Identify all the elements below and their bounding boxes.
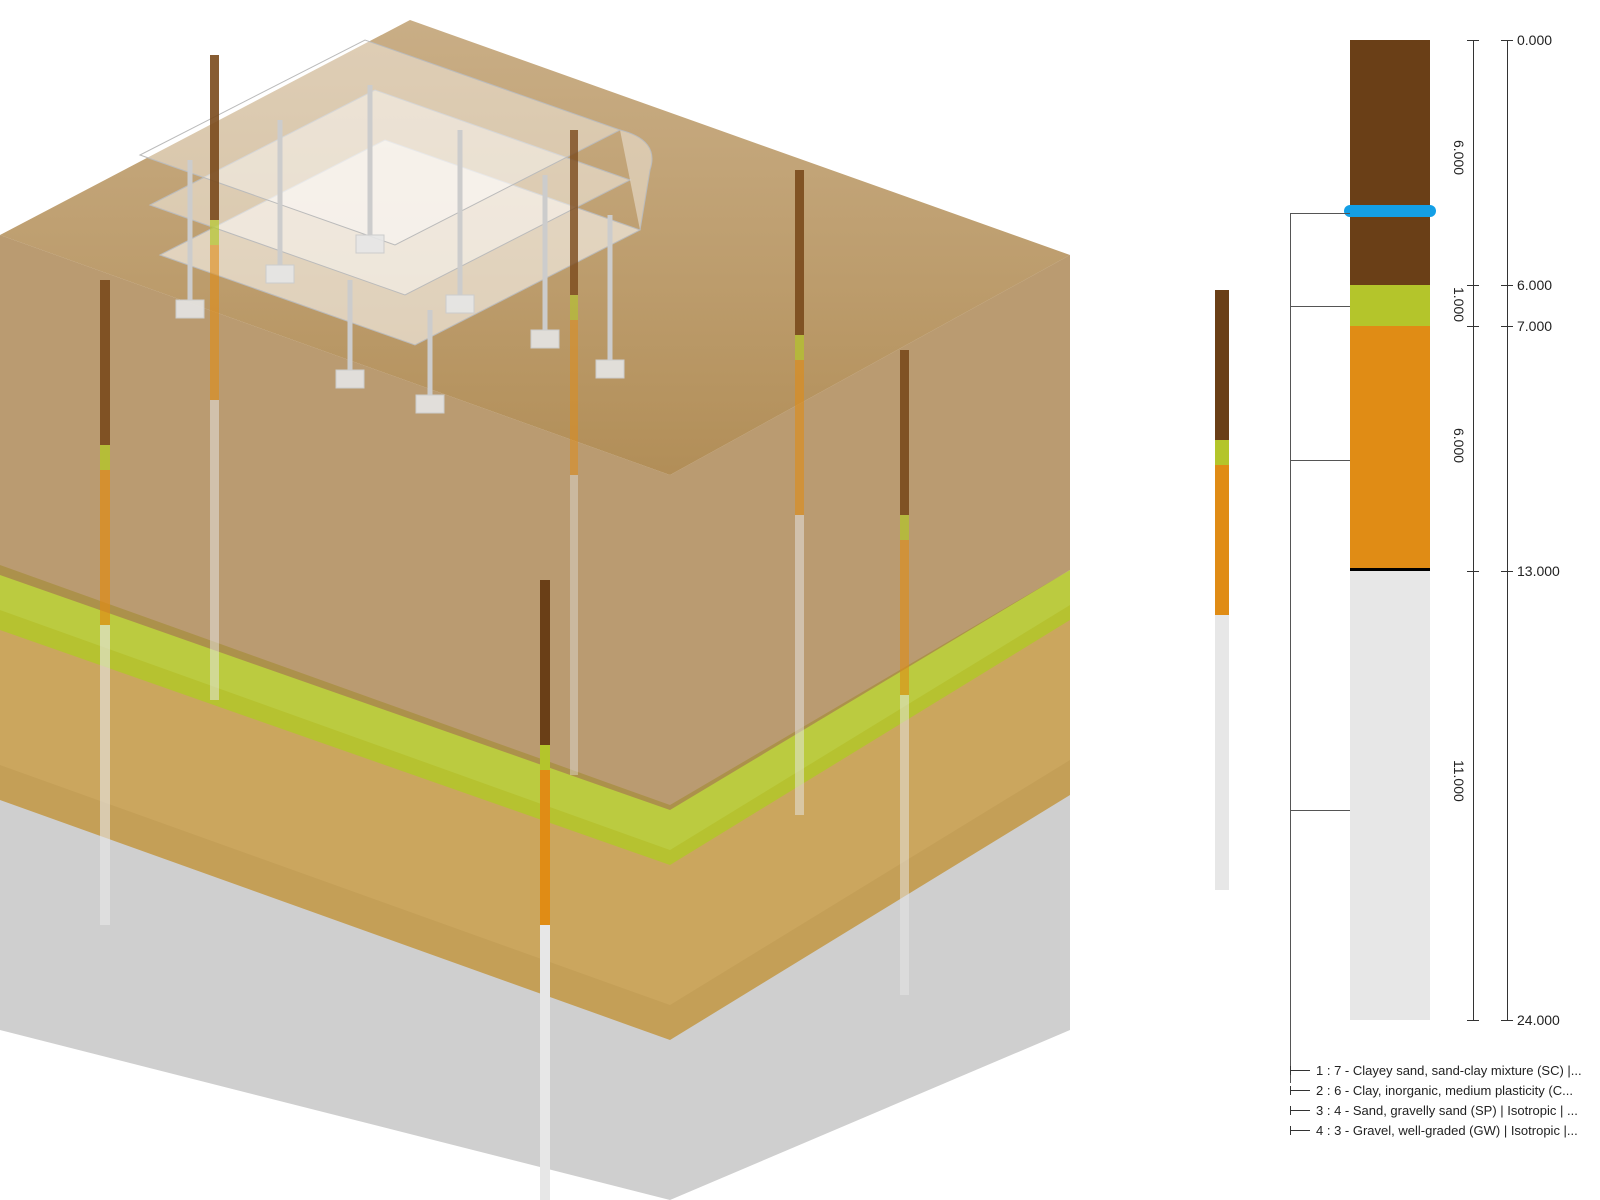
connector-layer-1 <box>1290 213 1350 214</box>
connector-vertical <box>1290 213 1291 1083</box>
connector-layer-2 <box>1290 306 1350 307</box>
depth-label-24: 24.000 <box>1517 1012 1560 1028</box>
soil-profile-panel: 6.000 1.000 6.000 11.000 0.000 6.000 7.0… <box>1320 40 1580 1160</box>
connector-layer-4 <box>1290 810 1350 811</box>
legend-label: 2 : 6 - Clay, inorganic, medium plastici… <box>1316 1083 1573 1098</box>
soil-profile-column <box>1350 40 1430 1020</box>
depth-label-0: 0.000 <box>1517 32 1552 48</box>
dimension-group: 6.000 1.000 6.000 11.000 0.000 6.000 7.0… <box>1445 40 1555 1020</box>
legend-tick-icon <box>1290 1090 1310 1091</box>
depth-label-7: 7.000 <box>1517 318 1552 334</box>
interval-label-1: 6.000 <box>1451 140 1467 175</box>
layer-border-line <box>1350 568 1430 571</box>
soil-legend: 1 : 7 - Clayey sand, sand-clay mixture (… <box>1290 1060 1590 1140</box>
depth-label-13: 13.000 <box>1517 563 1560 579</box>
legend-label: 3 : 4 - Sand, gravelly sand (SP) | Isotr… <box>1316 1103 1578 1118</box>
interval-label-2: 1.000 <box>1451 287 1467 322</box>
soil-layer-2 <box>1350 285 1430 326</box>
legend-tick-icon <box>1290 1130 1310 1131</box>
soil-layer-3 <box>1350 326 1430 571</box>
soil-layer-1 <box>1350 40 1430 285</box>
borehole-preview <box>1215 290 1229 890</box>
legend-tick-icon <box>1290 1110 1310 1111</box>
legend-label: 1 : 7 - Clayey sand, sand-clay mixture (… <box>1316 1063 1582 1078</box>
viewport-3d-soil-block[interactable] <box>0 0 1100 1200</box>
legend-row-1: 1 : 7 - Clayey sand, sand-clay mixture (… <box>1290 1060 1590 1080</box>
legend-label: 4 : 3 - Gravel, well-graded (GW) | Isotr… <box>1316 1123 1578 1138</box>
legend-row-3: 3 : 4 - Sand, gravelly sand (SP) | Isotr… <box>1290 1100 1590 1120</box>
water-level-marker <box>1344 205 1436 217</box>
legend-row-4: 4 : 3 - Gravel, well-graded (GW) | Isotr… <box>1290 1120 1590 1140</box>
soil-layer-4 <box>1350 571 1430 1020</box>
legend-tick-icon <box>1290 1070 1310 1071</box>
connector-layer-3 <box>1290 460 1350 461</box>
interval-label-4: 11.000 <box>1451 760 1467 802</box>
depth-label-6: 6.000 <box>1517 277 1552 293</box>
interval-label-3: 6.000 <box>1451 428 1467 463</box>
legend-row-2: 2 : 6 - Clay, inorganic, medium plastici… <box>1290 1080 1590 1100</box>
